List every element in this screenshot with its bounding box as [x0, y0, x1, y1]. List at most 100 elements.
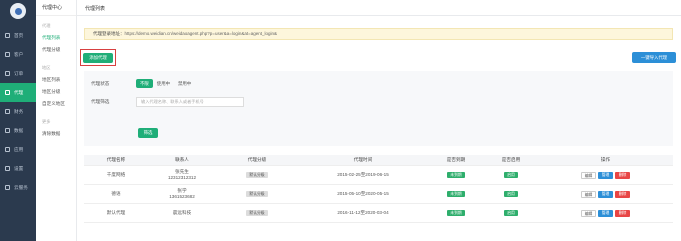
logo: [10, 3, 26, 19]
status-option-all[interactable]: 不限: [136, 79, 153, 88]
nav-item-agents[interactable]: 代理: [0, 83, 36, 102]
search-filter-label: 代理筛选: [91, 99, 110, 104]
login-url-label: 代理登录地址：: [93, 31, 125, 36]
table-row: 默认代理 晨远科技 默认分级 2016-11-12至2020-03-04 未到期…: [84, 204, 673, 223]
manage-button[interactable]: 管理: [598, 190, 613, 198]
tier-badge: 默认分级: [246, 191, 268, 197]
sub-item-region-list[interactable]: 地区列表: [36, 77, 76, 83]
user-icon: [5, 52, 10, 57]
cell-expired: 未到期: [428, 191, 484, 197]
enabled-badge: 启用: [504, 191, 518, 197]
col-header-period: 代理时间: [353, 157, 373, 162]
order-icon: [5, 71, 10, 76]
status-filter-label: 代理状态: [91, 81, 110, 86]
edit-button[interactable]: 编辑: [581, 209, 596, 217]
sub-sidebar: 代理中心 代理 代理列表 代理分级 地区 地区列表 地区分级 自定义地区 更多 …: [36, 0, 77, 241]
cell-tier: 默认分级: [216, 210, 298, 216]
cell-actions: 编辑 管理 删除: [538, 171, 673, 179]
col-header-enabled: 是否启用: [501, 157, 521, 162]
search-button[interactable]: 筛选: [138, 128, 158, 138]
col-header-name: 代理名称: [106, 157, 126, 162]
cell-enabled: 启用: [484, 172, 538, 178]
table-row: 千度网络 张先生 12312312312 默认分级 2015-02-25至2019…: [84, 166, 673, 185]
main-sidebar: 首页 客户 订单 代理 财务 数据 应用 设置 云服务: [0, 0, 36, 241]
apps-icon: [5, 147, 10, 152]
main-content: 代理登录地址：https://demo.weidian.cn/weidaoage…: [77, 16, 681, 241]
enabled-badge: 启用: [504, 210, 518, 216]
cell-enabled: 启用: [484, 191, 538, 197]
expired-badge: 未到期: [447, 191, 465, 197]
table-row: 德语 张学 1361523682 默认分级 2015-05-10至2020-05-…: [84, 185, 673, 204]
nav-item-cloud[interactable]: 云服务: [0, 178, 36, 197]
page-title: 代理列表: [85, 6, 106, 12]
contact-name: 晨远科技: [172, 210, 192, 215]
sub-item-agent-tiers[interactable]: 代理分级: [36, 47, 76, 53]
nav-item-finance[interactable]: 财务: [0, 102, 36, 121]
expired-badge: 未到期: [447, 210, 465, 216]
sub-item-region-tiers[interactable]: 地区分级: [36, 89, 76, 95]
cell-contact: 张先生 12312312312: [148, 169, 216, 181]
sub-item-custom-region[interactable]: 自定义地区: [36, 101, 76, 107]
cell-contact: 晨远科技: [148, 210, 216, 216]
sub-group-more: 更多: [42, 119, 51, 124]
col-header-expired: 是否到期: [446, 157, 466, 162]
col-header-tier: 代理分级: [247, 157, 267, 162]
delete-button[interactable]: 删除: [615, 171, 630, 179]
add-button-highlight: 添加代理: [80, 49, 116, 66]
cell-tier: 默认分级: [216, 172, 298, 178]
cell-name: 千度网络: [106, 172, 126, 177]
col-header-actions: 操作: [600, 157, 611, 162]
finance-icon: [5, 109, 10, 114]
chart-icon: [5, 128, 10, 133]
manage-button[interactable]: 管理: [598, 209, 613, 217]
delete-button[interactable]: 删除: [615, 190, 630, 198]
header-bar: 代理列表: [77, 0, 681, 16]
nav-item-customers[interactable]: 客户: [0, 45, 36, 64]
col-header-contact: 联系人: [175, 157, 189, 162]
contact-phone: 12312312312: [167, 175, 197, 180]
enabled-badge: 启用: [504, 172, 518, 178]
login-url[interactable]: https://demo.weidian.cn/weidaoagent.php?…: [125, 31, 278, 36]
nav-item-settings[interactable]: 设置: [0, 159, 36, 178]
login-url-notice: 代理登录地址：https://demo.weidian.cn/weidaoage…: [84, 28, 673, 40]
expired-badge: 未到期: [447, 172, 465, 178]
nav-item-data[interactable]: 数据: [0, 121, 36, 140]
cell-enabled: 启用: [484, 210, 538, 216]
cell-expired: 未到期: [428, 172, 484, 178]
cell-expired: 未到期: [428, 210, 484, 216]
cell-name: 德语: [111, 191, 121, 196]
cell-contact: 张学 1361523682: [148, 188, 216, 200]
home-icon: [5, 33, 10, 38]
nav-item-orders[interactable]: 订单: [0, 64, 36, 83]
cell-tier: 默认分级: [216, 191, 298, 197]
table-header: 代理名称 联系人 代理分级 代理时间 是否到期 是否启用 操作: [84, 155, 673, 166]
edit-button[interactable]: 编辑: [581, 190, 596, 198]
filter-panel: 代理状态 不限 使用中 禁用中 代理筛选 输入代理名称、联系人或者手机号 筛选: [84, 71, 673, 146]
tier-badge: 默认分级: [246, 172, 268, 178]
manage-button[interactable]: 管理: [598, 171, 613, 179]
edit-button[interactable]: 编辑: [581, 171, 596, 179]
nav-item-home[interactable]: 首页: [0, 26, 36, 45]
status-option-active[interactable]: 使用中: [153, 79, 174, 88]
cloud-icon: [5, 185, 10, 190]
settings-icon: [5, 166, 10, 171]
add-agent-button[interactable]: 添加代理: [83, 53, 113, 63]
cell-name: 默认代理: [106, 210, 126, 215]
sub-sidebar-title: 代理中心: [36, 0, 76, 16]
sub-item-clear-data[interactable]: 清除数据: [36, 131, 76, 137]
tier-badge: 默认分级: [246, 210, 268, 216]
status-option-disabled[interactable]: 禁用中: [174, 79, 195, 88]
status-filter: 不限 使用中 禁用中: [136, 79, 195, 88]
agents-table: 代理名称 联系人 代理分级 代理时间 是否到期 是否启用 操作 千度网络 张先生…: [84, 155, 673, 223]
cell-actions: 编辑 管理 删除: [538, 190, 673, 198]
search-input[interactable]: 输入代理名称、联系人或者手机号: [136, 97, 244, 107]
sub-item-agent-list[interactable]: 代理列表: [36, 35, 76, 41]
agent-icon: [5, 90, 10, 95]
import-agents-button[interactable]: 一键导入代理: [632, 52, 676, 63]
nav-item-apps[interactable]: 应用: [0, 140, 36, 159]
cell-period: 2015-05-10至2020-05-15: [337, 191, 389, 196]
cell-period: 2016-11-12至2020-03-04: [337, 210, 389, 215]
sub-group-agent: 代理: [42, 23, 51, 28]
delete-button[interactable]: 删除: [615, 209, 630, 217]
cell-actions: 编辑 管理 删除: [538, 209, 673, 217]
